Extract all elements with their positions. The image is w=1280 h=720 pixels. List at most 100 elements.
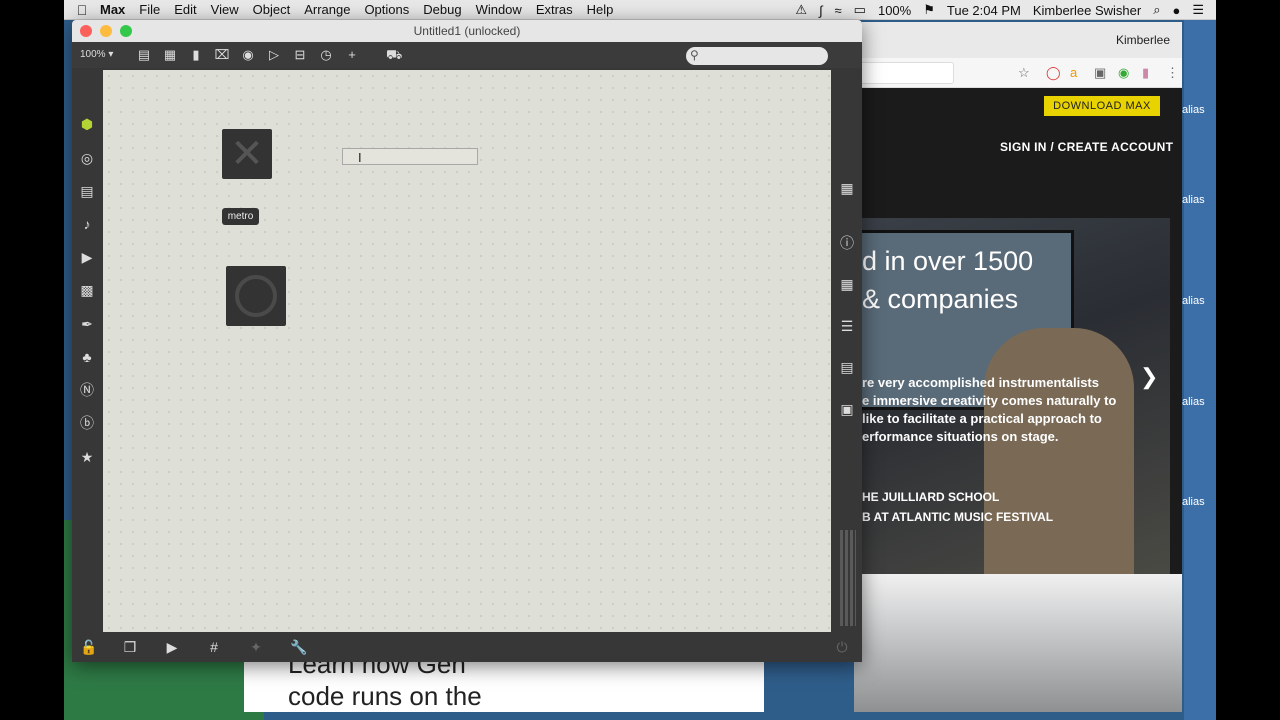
- window-titlebar[interactable]: Untitled1 (unlocked): [72, 20, 862, 42]
- menu-app-name[interactable]: Max: [100, 2, 125, 17]
- patcher-canvas[interactable]: ✕ metro I: [103, 70, 831, 632]
- minimize-window-button[interactable]: [100, 25, 112, 37]
- menu-window[interactable]: Window: [476, 2, 522, 17]
- plugins-icon[interactable]: ♣: [79, 349, 95, 365]
- search-icon[interactable]: ⌕: [1153, 2, 1160, 18]
- new-toggle-icon[interactable]: ◉: [240, 47, 256, 63]
- video-icon[interactable]: ▶: [79, 249, 95, 265]
- new-slider-icon[interactable]: ⊟: [292, 47, 308, 63]
- snapshot-camera-icon[interactable]: ▣: [839, 401, 855, 417]
- desktop-alias-label[interactable]: alias: [1182, 396, 1205, 408]
- menu-help[interactable]: Help: [587, 2, 614, 17]
- new-object-box[interactable]: [342, 148, 478, 165]
- desktop-alias-label[interactable]: alias: [1182, 194, 1205, 206]
- paint-bucket-icon[interactable]: ⛟: [386, 47, 402, 63]
- opera-extension-icon[interactable]: ◯: [1046, 65, 1061, 81]
- extension-icon[interactable]: ▣: [1094, 65, 1106, 81]
- hero-paragraph-line: erformance situations on stage.: [862, 429, 1059, 444]
- wifi-icon[interactable]: ≈: [835, 3, 842, 18]
- add-icon[interactable]: +: [344, 47, 360, 63]
- download-max-button[interactable]: DOWNLOAD MAX: [1044, 96, 1160, 116]
- desktop-alias-label[interactable]: alias: [1182, 104, 1205, 116]
- address-bar[interactable]: [854, 62, 954, 84]
- bluetooth-icon[interactable]: ∫: [819, 3, 823, 18]
- hero-banner: d in over 1500 & companies re very accom…: [854, 218, 1170, 574]
- desktop-background-right: [1184, 20, 1216, 720]
- metro-object[interactable]: metro: [222, 208, 259, 225]
- desktop-alias-label[interactable]: alias: [1182, 496, 1205, 508]
- user-name[interactable]: Kimberlee Swisher: [1033, 3, 1141, 18]
- clock[interactable]: Tue 2:04 PM: [947, 3, 1021, 18]
- patcher-toolbar: 100% ▾ ▤ ▦ ▮ ⌧ ◉ ▷ ⊟ ◷ + ⛟ ⚲: [72, 42, 862, 68]
- hero-paragraph-line: like to facilitate a practical approach …: [862, 411, 1102, 426]
- grid-icon[interactable]: ▦: [839, 180, 855, 196]
- interface-icon[interactable]: ◎: [79, 150, 95, 166]
- patcher-search-input[interactable]: ⚲: [686, 47, 828, 65]
- apple-icon[interactable]: : [64, 2, 100, 18]
- menu-debug[interactable]: Debug: [423, 2, 461, 17]
- desktop-alias-label[interactable]: alias: [1182, 295, 1205, 307]
- grammarly-extension-icon[interactable]: ◉: [1118, 65, 1129, 81]
- bookmark-star-icon[interactable]: ☆: [1018, 65, 1030, 81]
- carousel-next-icon[interactable]: ❯: [1140, 364, 1158, 390]
- text-cursor-icon: I: [358, 150, 362, 165]
- new-message-icon[interactable]: ▦: [162, 47, 178, 63]
- new-comment-icon[interactable]: ▮: [188, 47, 204, 63]
- hero-heading: d in over 1500 & companies: [862, 242, 1033, 318]
- reference-icon[interactable]: ▦: [839, 276, 855, 292]
- list-icon[interactable]: ☰: [839, 318, 855, 334]
- toggle-x-icon: ✕: [230, 132, 264, 176]
- basic-objects-icon[interactable]: ⬢: [79, 116, 95, 132]
- amazon-extension-icon[interactable]: a: [1070, 65, 1077, 80]
- inspector-info-icon[interactable]: ⓘ: [839, 235, 855, 251]
- menu-arrange[interactable]: Arrange: [304, 2, 350, 17]
- bang-button-object[interactable]: [226, 266, 286, 326]
- clips-icon[interactable]: ✒: [79, 316, 95, 332]
- zoom-menu[interactable]: 100% ▾: [80, 49, 113, 60]
- hero-credit-line1: HE JUILLIARD SCHOOL: [862, 490, 1000, 504]
- siri-icon[interactable]: ●: [1172, 3, 1180, 18]
- close-window-button[interactable]: [80, 25, 92, 37]
- alert-icon[interactable]: ⚠: [795, 2, 807, 18]
- new-number-icon[interactable]: ▷: [266, 47, 282, 63]
- battery-percent[interactable]: 100%: [878, 3, 911, 18]
- data-icon[interactable]: ▤: [79, 183, 95, 199]
- menu-options[interactable]: Options: [364, 2, 409, 17]
- power-dsp-icon[interactable]: ⏻: [834, 639, 850, 655]
- image-icon[interactable]: ▩: [79, 282, 95, 298]
- window-title: Untitled1 (unlocked): [413, 24, 521, 38]
- toggle-object[interactable]: ✕: [222, 129, 272, 179]
- browser-profile[interactable]: Kimberlee: [1116, 33, 1170, 47]
- lock-icon[interactable]: 🔓: [80, 639, 97, 655]
- presentation-icon[interactable]: ❒: [122, 639, 138, 655]
- audio-meter: [840, 530, 856, 626]
- comment-icon[interactable]: ▶: [164, 639, 180, 655]
- grid-toggle-icon[interactable]: #: [206, 639, 222, 655]
- hero-heading-line2: & companies: [862, 284, 1019, 314]
- menu-bar:  Max File Edit View Object Arrange Opti…: [64, 0, 1216, 20]
- menu-extras[interactable]: Extras: [536, 2, 573, 17]
- extension-icon-2[interactable]: ▮: [1142, 65, 1149, 81]
- new-object-icon[interactable]: ▤: [136, 47, 152, 63]
- new-button-icon[interactable]: ⌧: [214, 47, 230, 63]
- zoom-window-button[interactable]: [120, 25, 132, 37]
- menu-edit[interactable]: Edit: [174, 2, 196, 17]
- menu-view[interactable]: View: [211, 2, 239, 17]
- notifications-icon[interactable]: ☰: [1192, 2, 1204, 18]
- signin-link[interactable]: SIGN IN / CREATE ACCOUNT: [1000, 140, 1173, 154]
- snap-icon[interactable]: ✦: [248, 639, 264, 655]
- book-icon[interactable]: ▤: [839, 359, 855, 375]
- menu-file[interactable]: File: [139, 2, 160, 17]
- chrome-menu-icon[interactable]: ⋮: [1166, 65, 1179, 81]
- airplay-icon[interactable]: ▭: [854, 2, 866, 18]
- favorites-star-icon[interactable]: ★: [79, 449, 95, 465]
- wrench-icon[interactable]: 🔧: [290, 639, 307, 655]
- bpatchers-icon[interactable]: ⓑ: [79, 415, 95, 431]
- new-dial-icon[interactable]: ◷: [318, 47, 334, 63]
- bang-ring-icon: [235, 275, 277, 317]
- audio-icon[interactable]: ♪: [79, 216, 95, 232]
- vst-icon[interactable]: Ⓝ: [79, 382, 95, 398]
- cycling74-website: DOWNLOAD MAX SIGN IN / CREATE ACCOUNT d …: [854, 88, 1182, 574]
- flag-icon[interactable]: ⚑: [923, 2, 935, 18]
- menu-object[interactable]: Object: [253, 2, 291, 17]
